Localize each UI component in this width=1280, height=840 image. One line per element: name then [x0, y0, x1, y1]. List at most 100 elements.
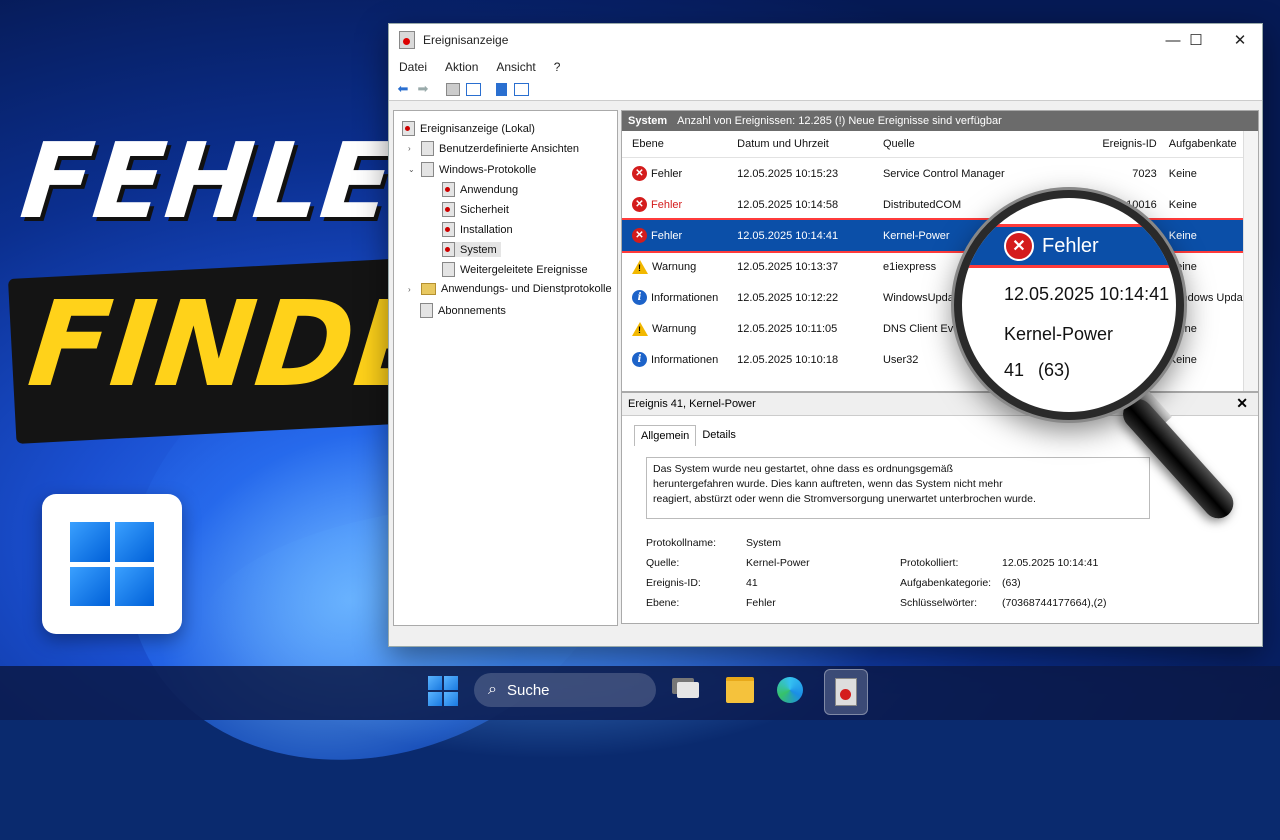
search-icon: ⌕: [488, 681, 497, 698]
row-level: Warnung: [652, 260, 697, 273]
edge-browser-icon[interactable]: [772, 673, 808, 707]
tree-log-installation[interactable]: Installation: [442, 222, 513, 237]
task-view-icon[interactable]: [670, 673, 706, 707]
description-line: Das System wurde neu gestartet, ohne das…: [653, 463, 953, 475]
magnified-datetime: 12.05.2025 10:14:41: [1004, 284, 1170, 304]
taskbar-search[interactable]: ⌕ Suche: [474, 673, 656, 707]
protokollname-label: Protokollname:: [646, 537, 717, 549]
tree-root-label: Ereignisanzeige (Lokal): [420, 122, 535, 135]
tree-log-anwendung[interactable]: Anwendung: [442, 182, 518, 197]
row-level: Warnung: [652, 322, 697, 335]
row-level: Fehler: [651, 229, 683, 242]
row-datetime: 12.05.2025 10:14:41: [737, 229, 839, 242]
start-button-icon[interactable]: [428, 676, 458, 706]
aufgabenkategorie-value: (63): [1002, 577, 1021, 589]
info-icon: i: [632, 290, 647, 305]
error-icon: ✕: [632, 228, 647, 243]
menu-help[interactable]: ?: [544, 60, 569, 74]
ereignis-id-label: Ereignis-ID:: [646, 577, 701, 589]
table-row[interactable]: ✕ Fehler 12.05.2025 10:14:58 DistributedC…: [622, 189, 1258, 220]
menu-datei[interactable]: Datei: [389, 60, 435, 74]
ebene-label: Ebene:: [646, 597, 680, 609]
tab-allgemein[interactable]: Allgemein: [634, 425, 697, 446]
maximize-button[interactable]: ☐: [1174, 24, 1218, 56]
menu-bar: Datei Aktion Ansicht ?: [389, 56, 1262, 78]
column-ebene[interactable]: Ebene: [622, 138, 737, 150]
tree-windows-logs[interactable]: ⌄ Windows-Protokolle: [408, 162, 536, 177]
quelle-label: Quelle:: [646, 557, 680, 569]
row-level: Fehler: [651, 198, 683, 211]
log-icon: [442, 182, 455, 197]
forward-arrow-icon[interactable]: ➡: [415, 81, 431, 96]
protokolliert-label: Protokolliert:: [900, 557, 959, 569]
search-label: Suche: [506, 681, 550, 699]
magnified-level: Fehler: [1042, 234, 1099, 257]
windows-logs-icon: [421, 162, 434, 177]
tree-log-sicherheit[interactable]: Sicherheit: [442, 202, 509, 217]
column-ereignis-id[interactable]: Ereignis-ID: [1077, 138, 1168, 150]
magnified-source: Kernel-Power: [1004, 324, 1114, 344]
title-bar[interactable]: Ereignisanzeige — ☐ ✕: [389, 24, 1262, 56]
column-quelle[interactable]: Quelle: [883, 138, 1077, 150]
close-button[interactable]: ✕: [1218, 24, 1262, 56]
tree-log-forwarded[interactable]: Weitergeleitete Ereignisse: [442, 262, 588, 277]
warning-icon: !: [632, 321, 648, 336]
chevron-right-icon: ›: [408, 284, 411, 294]
tree-log-label: Installation: [460, 223, 513, 236]
magnified-id: 41: [1004, 360, 1025, 380]
row-id: 7023: [1132, 167, 1157, 180]
tree-root[interactable]: Ereignisanzeige (Lokal): [402, 121, 535, 136]
close-icon[interactable]: ✕: [1236, 395, 1248, 412]
magnifier-lens: ✕ Fehler 12.05.2025 10:14:41 Kernel-Powe…: [954, 190, 1184, 420]
detail-title: Ereignis 41, Kernel-Power: [628, 398, 756, 410]
list-scrollbar[interactable]: [1243, 131, 1258, 391]
log-icon: [442, 262, 455, 277]
subscriptions-icon: [420, 303, 433, 318]
toolbar: ⬅ ➡: [389, 78, 1262, 101]
folder-icon: [421, 283, 436, 295]
navigation-tree: Ereignisanzeige (Lokal) › Benutzerdefini…: [393, 110, 618, 626]
event-description: Das System wurde neu gestartet, ohne das…: [646, 457, 1150, 519]
list-summary-bar: System Anzahl von Ereignissen: 12.285 (!…: [622, 111, 1258, 131]
file-explorer-icon[interactable]: [722, 673, 758, 707]
ereignis-id-value: 41: [746, 577, 758, 589]
tree-custom-label: Benutzerdefinierte Ansichten: [439, 142, 580, 155]
menu-ansicht[interactable]: Ansicht: [486, 60, 543, 74]
aufgabenkategorie-label: Aufgabenkategorie:: [900, 577, 992, 589]
tree-windows-logs-label: Windows-Protokolle: [439, 163, 537, 176]
menu-aktion[interactable]: Aktion: [435, 60, 486, 74]
tree-custom-views[interactable]: › Benutzerdefinierte Ansichten: [408, 141, 579, 156]
tree-log-system[interactable]: System: [442, 242, 501, 257]
show-hide-tree-icon[interactable]: [465, 82, 481, 96]
column-datum[interactable]: Datum und Uhrzeit: [737, 138, 883, 150]
row-source: Service Control Manager: [882, 167, 1005, 180]
taskbar-event-viewer[interactable]: [824, 669, 868, 715]
protokollname-value: System: [746, 537, 782, 549]
tree-log-label: Anwendung: [460, 183, 519, 196]
up-folder-icon[interactable]: [445, 82, 461, 96]
tree-app-service-logs[interactable]: › Anwendungs- und Dienstprotokolle: [408, 283, 612, 295]
custom-views-icon: [421, 141, 434, 156]
back-arrow-icon[interactable]: ⬅: [395, 81, 411, 96]
schluesselwoerter-label: Schlüsselwörter:: [900, 597, 978, 609]
ebene-value: Fehler: [746, 597, 776, 609]
action-pane-icon[interactable]: [513, 82, 529, 96]
magnified-selected-row: ✕ Fehler: [962, 224, 1176, 268]
row-datetime: 12.05.2025 10:13:37: [737, 260, 839, 273]
log-icon: [442, 242, 455, 257]
schluesselwoerter-value: (70368744177664),(2): [1002, 597, 1107, 609]
error-icon: ✕: [632, 166, 647, 181]
row-datetime: 12.05.2025 10:12:22: [737, 291, 839, 304]
tree-log-label: Weitergeleitete Ereignisse: [460, 263, 588, 276]
event-log-icon: [402, 121, 415, 136]
table-row[interactable]: ✕ Fehler 12.05.2025 10:15:23 Service Cont…: [622, 158, 1258, 189]
row-datetime: 12.05.2025 10:14:58: [737, 198, 839, 211]
row-datetime: 12.05.2025 10:10:18: [737, 353, 839, 366]
tree-subscriptions[interactable]: Abonnements: [420, 303, 506, 318]
error-icon: ✕: [632, 197, 647, 212]
chevron-right-icon: ›: [408, 144, 411, 153]
help-icon[interactable]: [493, 82, 509, 96]
tab-details[interactable]: Details: [696, 425, 742, 446]
error-icon: ✕: [1004, 231, 1034, 261]
row-level: Informationen: [651, 353, 719, 366]
